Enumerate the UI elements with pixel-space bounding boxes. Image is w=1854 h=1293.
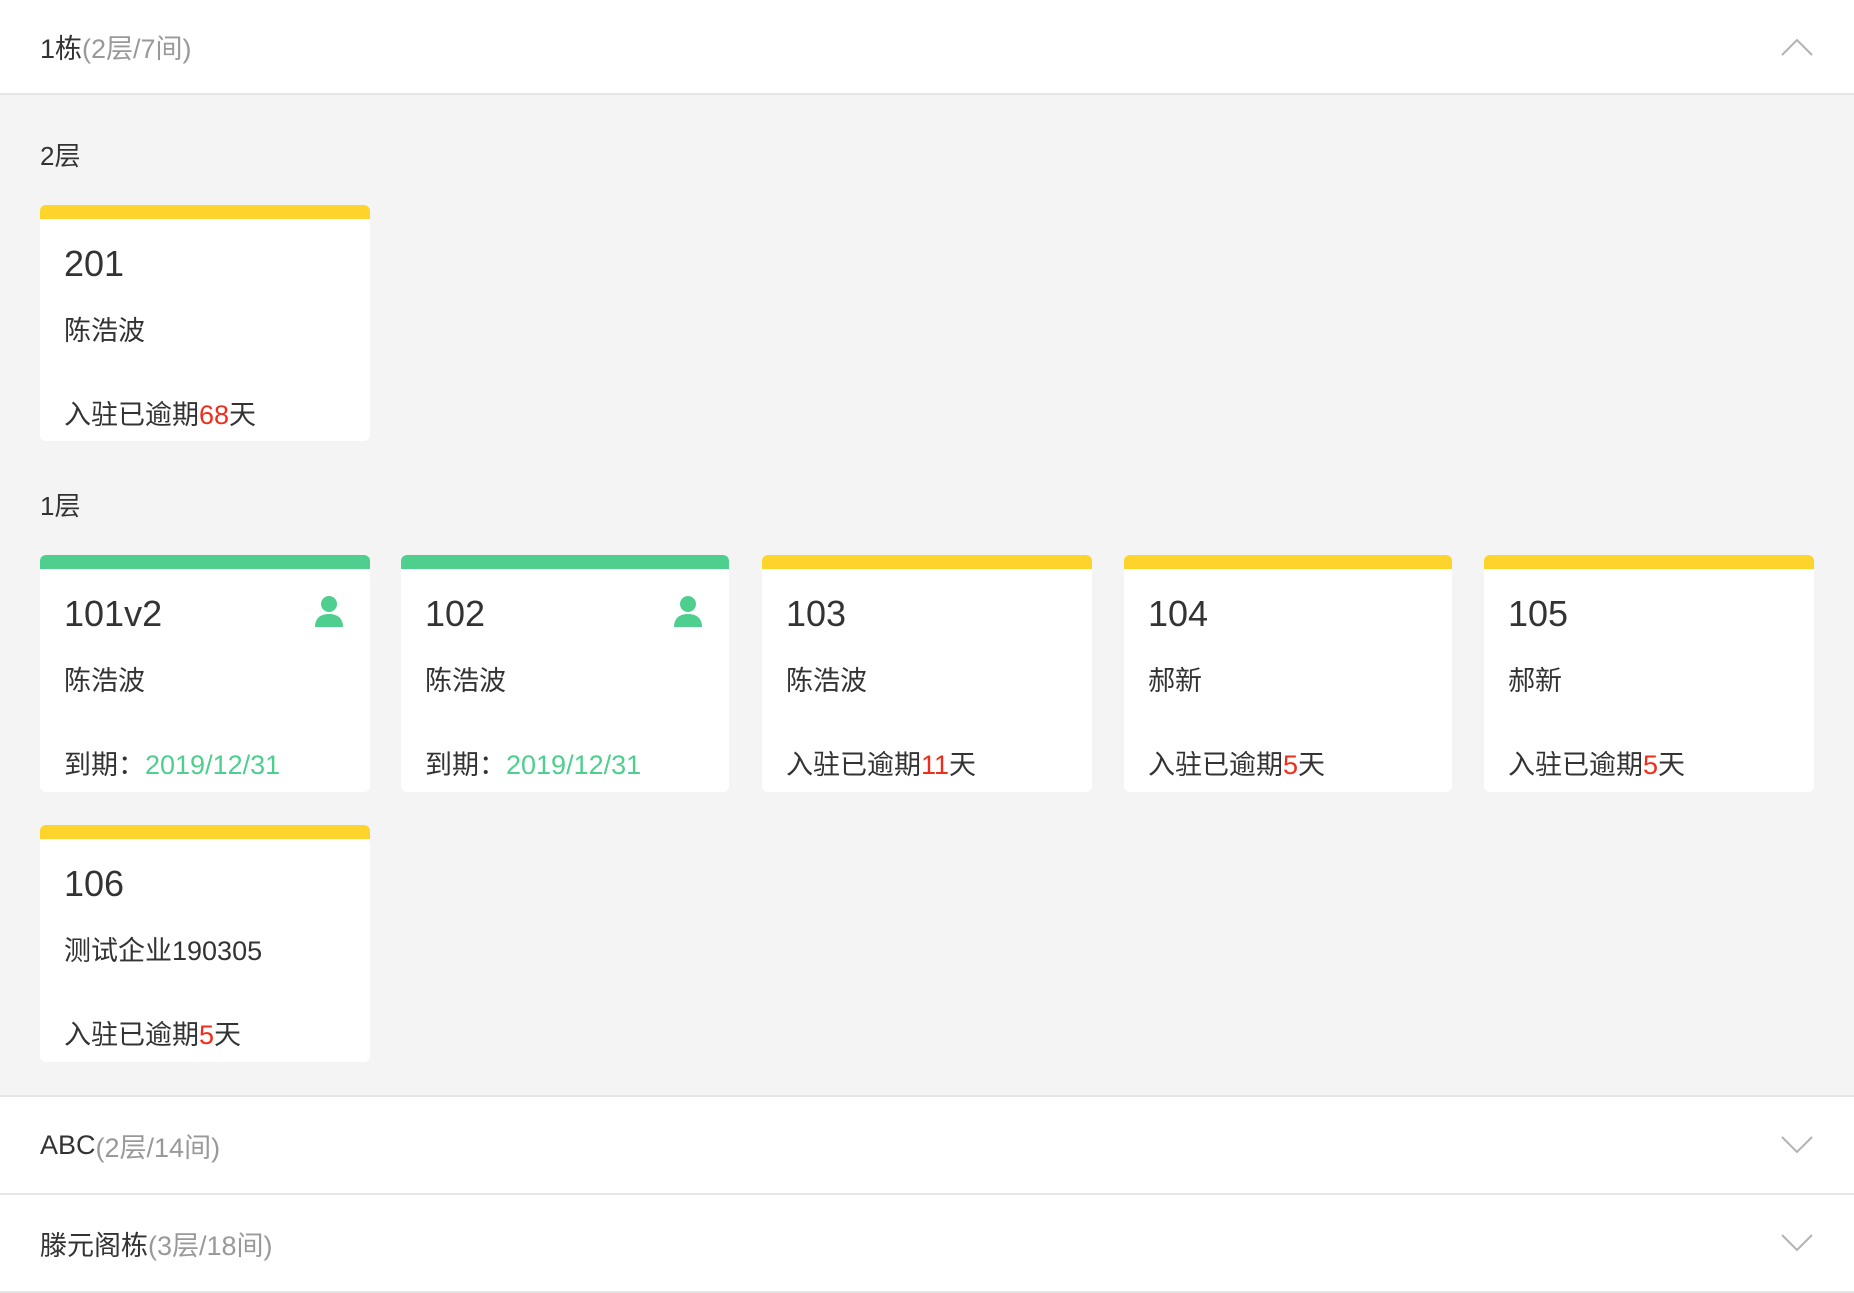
- building-meta: (2层/7间): [82, 34, 192, 64]
- room-card-105[interactable]: 105 郝新 入驻已逾期5天: [1484, 555, 1814, 792]
- tenant-name: 郝新: [1508, 666, 1562, 696]
- status-suffix: 天: [229, 400, 257, 430]
- status-suffix: 天: [1658, 750, 1686, 780]
- room-status-bar: [40, 825, 370, 839]
- building-header-1[interactable]: 1栋 (2层/7间): [0, 0, 1854, 95]
- tenant-name: 陈浩波: [786, 666, 867, 696]
- room-status: 入驻已逾期5天: [64, 1013, 241, 1052]
- room-number: 106: [64, 863, 125, 904]
- building-panel-1: 1栋 (2层/7间) 2层 201 陈浩波 入驻已逾期68天 1层 101v2 陈…: [0, 0, 1854, 1097]
- status-prefix: 入驻已逾期: [1508, 750, 1643, 780]
- due-date: 2019/12/31: [145, 750, 281, 780]
- floor-label-1: 1层: [40, 491, 81, 521]
- room-number: 102: [425, 593, 486, 634]
- status-prefix: 入驻已逾期: [64, 400, 199, 430]
- room-card-104[interactable]: 104 郝新 入驻已逾期5天: [1124, 555, 1452, 792]
- room-status: 入驻已逾期5天: [1148, 743, 1325, 782]
- room-card-102[interactable]: 102 陈浩波 到期：2019/12/31: [401, 555, 729, 792]
- room-status: 入驻已逾期11天: [786, 743, 976, 782]
- room-status: 到期：2019/12/31: [64, 743, 280, 782]
- floor-label-2: 2层: [40, 141, 81, 171]
- chevron-up-icon[interactable]: [1780, 37, 1814, 57]
- building-header-tengyuange[interactable]: 滕元阁栋 (3层/18间): [0, 1195, 1854, 1291]
- room-card-103[interactable]: 103 陈浩波 入驻已逾期11天: [762, 555, 1092, 792]
- overdue-days: 5: [1283, 750, 1299, 780]
- status-prefix: 到期：: [425, 750, 506, 780]
- building-meta: (2层/14间): [95, 1132, 221, 1163]
- room-status-bar: [1124, 555, 1452, 569]
- building-body-1: 2层 201 陈浩波 入驻已逾期68天 1层 101v2 陈浩波 到期：2019…: [0, 95, 1854, 1095]
- due-date: 2019/12/31: [506, 750, 642, 780]
- status-prefix: 入驻已逾期: [786, 750, 921, 780]
- status-suffix: 天: [214, 1020, 242, 1050]
- tenant-name: 陈浩波: [425, 666, 506, 696]
- room-number: 201: [64, 243, 125, 284]
- chevron-down-icon[interactable]: [1780, 1135, 1814, 1155]
- building-panel-abc: ABC (2层/14间): [0, 1097, 1854, 1195]
- room-number: 105: [1508, 593, 1569, 634]
- tenant-name: 郝新: [1148, 666, 1202, 696]
- status-suffix: 天: [949, 750, 977, 780]
- room-status-bar: [1484, 555, 1814, 569]
- status-prefix: 入驻已逾期: [64, 1020, 199, 1050]
- room-status: 到期：2019/12/31: [425, 743, 641, 782]
- tenant-name: 陈浩波: [64, 666, 145, 696]
- status-prefix: 入驻已逾期: [1148, 750, 1283, 780]
- overdue-days: 11: [921, 750, 950, 780]
- room-status-bar: [401, 555, 729, 569]
- room-status-bar: [40, 555, 370, 569]
- status-suffix: 天: [1298, 750, 1326, 780]
- room-card-106[interactable]: 106 测试企业190305 入驻已逾期5天: [40, 825, 370, 1062]
- room-number: 104: [1148, 593, 1209, 634]
- person-icon: [674, 596, 702, 627]
- building-meta: (3层/18间): [148, 1230, 273, 1261]
- overdue-days: 68: [199, 400, 230, 430]
- room-status: 入驻已逾期5天: [1508, 743, 1685, 782]
- building-header-abc[interactable]: ABC (2层/14间): [0, 1097, 1854, 1193]
- building-panel-tengyuange: 滕元阁栋 (3层/18间): [0, 1195, 1854, 1293]
- room-number: 103: [786, 593, 847, 634]
- building-name: 1栋: [40, 34, 83, 64]
- overdue-days: 5: [1643, 750, 1659, 780]
- room-status: 入驻已逾期68天: [64, 393, 256, 432]
- room-card-201[interactable]: 201 陈浩波 入驻已逾期68天: [40, 205, 370, 441]
- room-card-101v2[interactable]: 101v2 陈浩波 到期：2019/12/31: [40, 555, 370, 792]
- person-icon: [315, 596, 343, 627]
- room-status-bar: [762, 555, 1092, 569]
- status-prefix: 到期：: [64, 750, 145, 780]
- building-name: 滕元阁栋: [40, 1230, 148, 1261]
- chevron-down-icon[interactable]: [1780, 1233, 1814, 1253]
- building-name: ABC: [40, 1129, 96, 1160]
- tenant-name: 测试企业190305: [64, 936, 263, 966]
- overdue-days: 5: [199, 1020, 215, 1050]
- room-status-bar: [40, 205, 370, 219]
- room-number: 101v2: [64, 593, 163, 634]
- tenant-name: 陈浩波: [64, 316, 145, 346]
